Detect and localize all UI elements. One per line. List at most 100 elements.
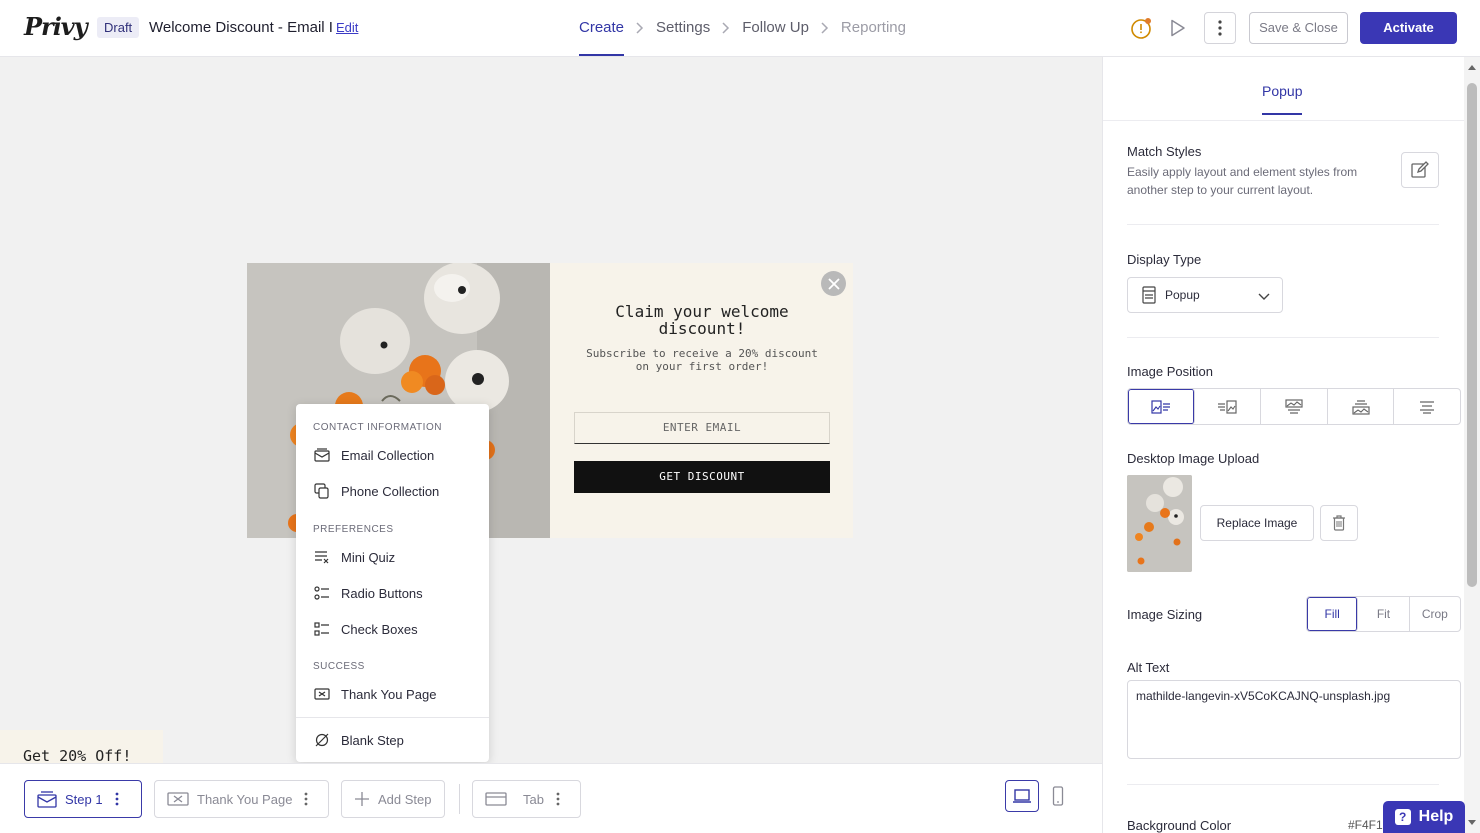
desktop-image-thumbnail[interactable] xyxy=(1127,475,1192,572)
menu-item-label: Radio Buttons xyxy=(341,585,423,601)
image-left-icon xyxy=(1151,399,1170,414)
image-bottom-button[interactable] xyxy=(1328,389,1395,424)
teaser-tab-preview[interactable]: Get 20% Off! xyxy=(0,730,163,765)
tab-popup[interactable]: Popup xyxy=(1262,83,1303,115)
menu-item-check-boxes[interactable]: Check Boxes xyxy=(313,619,418,639)
background-color-label: Background Color xyxy=(1127,818,1232,833)
menu-section-title: PREFERENCES xyxy=(313,524,394,535)
menu-item-phone-collection[interactable]: Phone Collection xyxy=(313,481,439,501)
tab-create[interactable]: Create xyxy=(579,19,625,56)
no-image-button[interactable] xyxy=(1394,389,1460,424)
steps-bar: Step 1 Thank You Page Add Step Tab xyxy=(0,763,1102,833)
help-button[interactable]: ? Help xyxy=(1383,801,1465,833)
vertical-dots-icon xyxy=(1218,20,1222,36)
empty-set-icon xyxy=(313,731,331,749)
question-icon: ? xyxy=(1394,809,1411,825)
background-color-value[interactable]: #F4F1 xyxy=(1348,818,1383,832)
image-left-button[interactable] xyxy=(1128,389,1195,424)
replace-image-button[interactable]: Replace Image xyxy=(1200,505,1314,541)
menu-item-label: Check Boxes xyxy=(341,621,418,637)
divider xyxy=(1127,224,1439,225)
image-sizing-group: Fill Fit Crop xyxy=(1306,596,1461,632)
tab-reporting[interactable]: Reporting xyxy=(841,19,906,36)
divider xyxy=(1127,337,1439,338)
save-close-button[interactable]: Save & Close xyxy=(1249,12,1348,44)
menu-item-email-collection[interactable]: Email Collection xyxy=(313,445,434,465)
popup-headline[interactable]: Claim your welcome discount! xyxy=(577,303,827,337)
delete-image-button[interactable] xyxy=(1320,505,1358,541)
match-styles-button[interactable] xyxy=(1401,152,1439,188)
menu-item-radio-buttons[interactable]: Radio Buttons xyxy=(313,583,423,603)
trash-icon xyxy=(1333,515,1345,531)
tab-follow-up[interactable]: Follow Up xyxy=(742,19,809,36)
checkbox-list-icon xyxy=(313,620,331,638)
mobile-icon xyxy=(1052,786,1064,806)
properties-panel: Popup Match Styles Easily apply layout a… xyxy=(1102,57,1464,833)
radio-list-icon xyxy=(313,584,331,602)
image-top-button[interactable] xyxy=(1261,389,1328,424)
sizing-fill-button[interactable]: Fill xyxy=(1307,597,1359,631)
alt-text-label: Alt Text xyxy=(1127,660,1170,675)
edit-title-link[interactable]: Edit xyxy=(336,20,358,35)
image-right-button[interactable] xyxy=(1195,389,1262,424)
card-icon xyxy=(485,791,507,807)
get-discount-button[interactable]: GET DISCOUNT xyxy=(574,461,830,493)
menu-section-title: CONTACT INFORMATION xyxy=(313,422,442,433)
step-tab-label: Thank You Page xyxy=(197,791,293,807)
sizing-fit-button[interactable]: Fit xyxy=(1358,597,1410,631)
play-preview-icon[interactable] xyxy=(1164,14,1192,42)
add-step-label: Add Step xyxy=(378,791,432,807)
image-position-group xyxy=(1127,388,1461,425)
tab-settings[interactable]: Settings xyxy=(656,19,710,36)
popup-layout-icon xyxy=(1142,286,1156,304)
menu-item-thank-you-page[interactable]: Thank You Page xyxy=(313,684,436,704)
top-bar: Privy Draft Welcome Discount - Email I E… xyxy=(0,0,1480,57)
chevron-right-icon xyxy=(636,21,644,34)
vertical-dots-icon[interactable] xyxy=(115,792,119,806)
divider xyxy=(459,784,460,814)
help-label: Help xyxy=(1418,808,1454,825)
menu-item-label: Blank Step xyxy=(341,732,404,748)
activate-button[interactable]: Activate xyxy=(1360,12,1457,44)
phone-chat-icon xyxy=(313,482,331,500)
step-tab-step-1[interactable]: Step 1 xyxy=(24,780,142,818)
popup-subtext[interactable]: Subscribe to receive a 20% discount on y… xyxy=(577,347,827,373)
more-options-button[interactable] xyxy=(1204,12,1236,44)
alt-text-field[interactable]: mathilde-langevin-xV5CoKCAJNQ-unsplash.j… xyxy=(1127,680,1461,759)
scroll-up-icon[interactable] xyxy=(1467,63,1477,71)
menu-item-mini-quiz[interactable]: Mini Quiz xyxy=(313,547,395,567)
close-icon xyxy=(827,277,840,290)
mobile-view-button[interactable] xyxy=(1041,780,1075,812)
step-tab-label: Step 1 xyxy=(65,791,103,807)
desktop-image-upload-label: Desktop Image Upload xyxy=(1127,451,1260,466)
menu-item-label: Phone Collection xyxy=(341,483,440,499)
chevron-right-icon xyxy=(722,21,730,34)
warning-icon[interactable] xyxy=(1127,14,1155,42)
envelope-icon xyxy=(313,446,331,464)
campaign-title: Welcome Discount - Email I xyxy=(149,19,333,36)
status-badge: Draft xyxy=(97,17,140,38)
display-type-select[interactable]: Popup xyxy=(1127,277,1283,313)
close-popup-button[interactable] xyxy=(821,271,846,296)
desktop-view-button[interactable] xyxy=(1005,780,1039,812)
popup-email-field[interactable]: ENTER EMAIL xyxy=(574,412,830,444)
laptop-icon xyxy=(1013,789,1031,803)
scroll-down-icon[interactable] xyxy=(1467,819,1477,827)
menu-section-title: SUCCESS xyxy=(313,661,365,672)
menu-item-label: Email Collection xyxy=(341,447,435,463)
scrollbar-thumb[interactable] xyxy=(1467,83,1477,587)
panel-scrollbar[interactable] xyxy=(1464,57,1480,833)
text-align-center-icon xyxy=(1420,400,1435,414)
step-tab-tab[interactable]: Tab xyxy=(472,780,581,818)
step-tab-thank-you-page[interactable]: Thank You Page xyxy=(154,780,329,818)
editor-canvas[interactable]: Claim your welcome discount! Subscribe t… xyxy=(0,57,1102,765)
add-step-button[interactable]: Add Step xyxy=(341,780,445,818)
menu-divider xyxy=(296,717,489,718)
menu-item-blank-step[interactable]: Blank Step xyxy=(313,730,404,750)
privy-logo[interactable]: Privy xyxy=(24,12,88,41)
vertical-dots-icon[interactable] xyxy=(556,792,560,806)
sizing-crop-button[interactable]: Crop xyxy=(1410,597,1460,631)
edit-icon xyxy=(1411,161,1429,178)
menu-item-label: Thank You Page xyxy=(341,686,437,702)
vertical-dots-icon[interactable] xyxy=(304,792,308,806)
